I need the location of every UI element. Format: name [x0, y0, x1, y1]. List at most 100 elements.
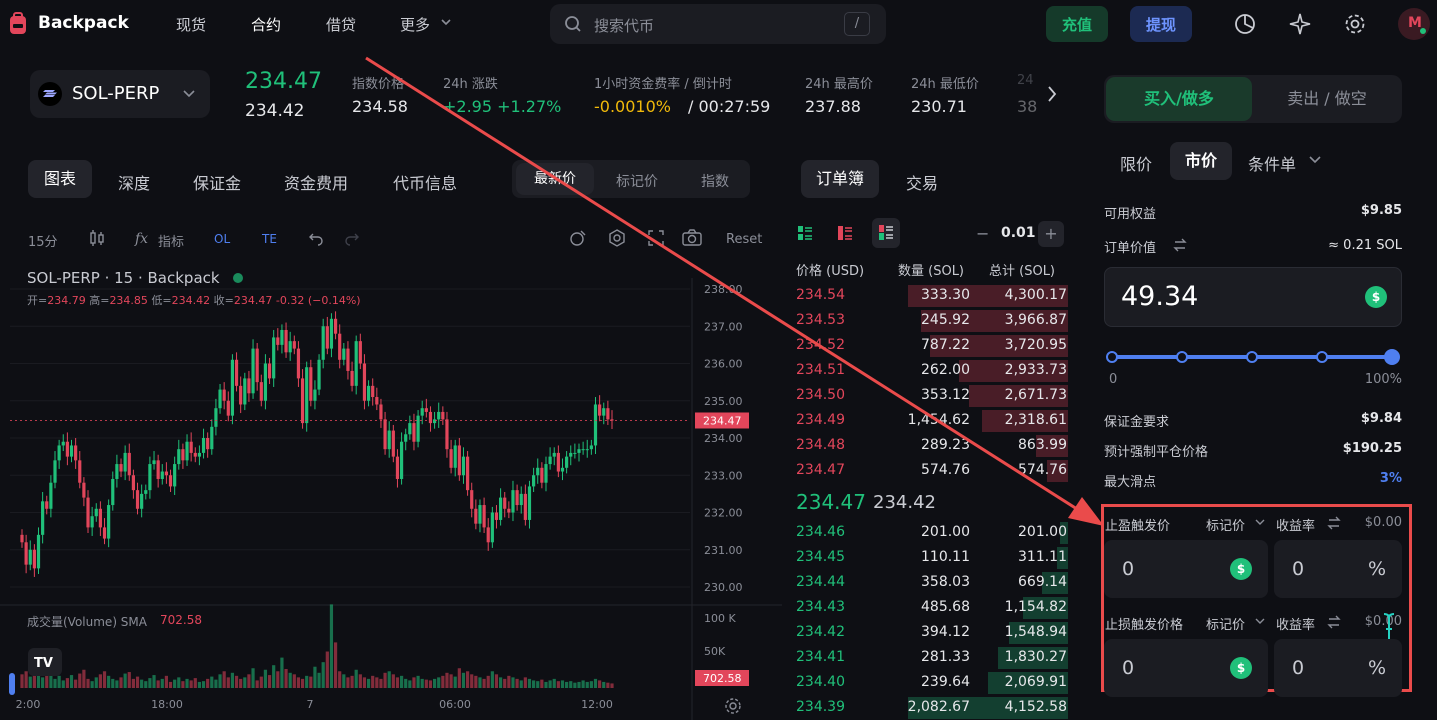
indicator-fx-icon[interactable]: fx [134, 228, 152, 252]
candle-body [602, 408, 606, 416]
chevron-down-icon[interactable] [1254, 616, 1266, 631]
te-button[interactable]: TE [262, 232, 277, 246]
nav-lend[interactable]: 借贷 [326, 14, 356, 35]
candle-body [325, 326, 329, 349]
tab-token-info[interactable]: 代币信息 [393, 170, 457, 194]
buy-long-tab[interactable]: 买入/做多 [1106, 77, 1252, 121]
tab-margin[interactable]: 保证金 [193, 170, 241, 194]
dollar-icon[interactable]: $ [1230, 657, 1252, 679]
volume-bar [589, 681, 593, 688]
swap-icon[interactable] [1172, 237, 1188, 257]
orderbook-row[interactable]: 234.39 2,082.67 4,152.58 [786, 696, 1078, 720]
candle-body [478, 505, 482, 524]
orderbook-row[interactable]: 234.52 787.22 3,720.95 [786, 334, 1078, 359]
sparkle-icon[interactable] [1288, 12, 1312, 40]
dollar-icon[interactable]: $ [1365, 286, 1387, 308]
step-plus-button[interactable]: + [1038, 221, 1064, 247]
undo-icon[interactable] [308, 230, 324, 250]
chart-settings-icon[interactable] [724, 697, 742, 719]
sl-ref-selector[interactable]: 标记价 [1206, 614, 1245, 633]
reset-button[interactable]: Reset [726, 232, 762, 247]
backpack-logo-icon[interactable] [8, 12, 28, 36]
slippage-value[interactable]: 3% [1380, 471, 1402, 486]
orderbook-row[interactable]: 234.54 333.30 4,300.17 [786, 284, 1078, 309]
funding-rate: -0.0010% [594, 97, 671, 116]
swap-icon[interactable] [1326, 614, 1342, 634]
tab-funding[interactable]: 资金费用 [284, 170, 348, 194]
ol-button[interactable]: OL [214, 232, 230, 246]
view-bids-icon[interactable] [872, 218, 900, 248]
candle-type-icon[interactable] [88, 228, 106, 252]
orderbook-row[interactable]: 234.48 289.23 863.99 [786, 434, 1078, 459]
sl-pct-input[interactable]: 0 % [1274, 639, 1402, 697]
candle-body [321, 326, 325, 360]
tab-chart[interactable]: 图表 [28, 160, 92, 198]
indicators-button[interactable]: 指标 [158, 231, 184, 250]
tp-pct-input[interactable]: 0 % [1274, 540, 1402, 598]
price-chart-canvas[interactable]: 238.00 237.00 236.00 235.00 234.00 233.00 232.… [0, 278, 782, 720]
orderbook-row[interactable]: 234.50 353.12 2,671.73 [786, 384, 1078, 409]
crosshair-icon[interactable] [568, 228, 588, 252]
avatar[interactable]: M [1398, 8, 1430, 40]
fullscreen-icon[interactable] [646, 228, 666, 252]
chevron-down-icon[interactable] [1254, 517, 1266, 532]
market-selector[interactable]: SOL-PERP [30, 70, 210, 118]
portfolio-pie-icon[interactable] [1233, 12, 1257, 40]
tab-trades[interactable]: 交易 [906, 170, 938, 194]
chevron-down-icon[interactable] [440, 16, 452, 32]
step-value[interactable]: 0.01 [1001, 225, 1036, 241]
tab-orderbook[interactable]: 订单簿 [801, 160, 879, 198]
interval-selector[interactable]: 15分 [28, 231, 58, 250]
order-type-limit[interactable]: 限价 [1120, 151, 1152, 175]
volume-axis-label: 50K [704, 645, 726, 658]
view-both-icon[interactable] [796, 224, 814, 246]
withdraw-button[interactable]: 提现 [1130, 6, 1192, 42]
price-tab-mark[interactable]: 标记价 [616, 171, 658, 191]
candle-body [263, 363, 268, 401]
nav-more[interactable]: 更多 [400, 14, 430, 35]
dollar-icon[interactable]: $ [1230, 558, 1252, 580]
order-type-conditional[interactable]: 条件单 [1248, 151, 1296, 175]
nav-spot[interactable]: 现货 [176, 14, 206, 35]
amount-slider[interactable] [1104, 347, 1404, 367]
volume-bar [280, 657, 284, 688]
orderbook-row[interactable]: 234.41 281.33 1,830.27 [786, 646, 1078, 671]
orderbook-price: 234.48 [796, 437, 845, 453]
search-input[interactable]: 搜索代币 / [550, 4, 886, 44]
brand-name[interactable]: Backpack [38, 13, 129, 33]
camera-icon[interactable] [681, 228, 703, 252]
orderbook-row[interactable]: 234.51 262.00 2,933.73 [786, 359, 1078, 384]
orderbook-row[interactable]: 234.46 201.00 201.00 [786, 521, 1078, 546]
orderbook-row[interactable]: 234.43 485.68 1,154.82 [786, 596, 1078, 621]
redo-icon[interactable] [344, 230, 360, 250]
sl-price-input[interactable]: 0 $ [1104, 639, 1268, 697]
orderbook-price: 234.52 [796, 337, 845, 353]
swap-icon[interactable] [1326, 515, 1342, 535]
tradingview-logo-icon[interactable]: TV [28, 648, 62, 676]
nav-futures[interactable]: 合约 [251, 14, 281, 35]
gear-icon[interactable] [1343, 12, 1367, 40]
chevron-right-icon[interactable] [1044, 84, 1060, 108]
order-type-market[interactable]: 市价 [1170, 142, 1232, 180]
orderbook-row[interactable]: 234.53 245.92 3,966.87 [786, 309, 1078, 334]
step-minus-button[interactable]: − [976, 224, 989, 243]
orderbook-row[interactable]: 234.40 239.64 2,069.91 [786, 671, 1078, 696]
tp-ref-selector[interactable]: 标记价 [1206, 515, 1245, 534]
orderbook-row[interactable]: 234.45 110.11 311.11 [786, 546, 1078, 571]
view-asks-icon[interactable] [836, 224, 854, 246]
candle-body [383, 419, 387, 450]
amount-input[interactable]: 49.34 $ [1104, 267, 1402, 327]
deposit-button[interactable]: 充值 [1046, 6, 1108, 42]
orderbook-row[interactable]: 234.47 574.76 574.76 [786, 459, 1078, 484]
settings-icon[interactable] [607, 228, 627, 252]
orderbook-row[interactable]: 234.49 1,454.62 2,318.61 [786, 409, 1078, 434]
orderbook-row[interactable]: 234.42 394.12 1,548.94 [786, 621, 1078, 646]
sell-short-tab[interactable]: 卖出 / 做空 [1254, 77, 1400, 121]
orderbook-row[interactable]: 234.44 358.03 669.14 [786, 571, 1078, 596]
price-tab-index[interactable]: 指数 [701, 171, 729, 191]
tp-price-input[interactable]: 0 $ [1104, 540, 1268, 598]
chevron-down-icon[interactable] [1308, 154, 1322, 170]
tab-depth[interactable]: 深度 [118, 170, 150, 194]
price-tab-last[interactable]: 最新价 [516, 163, 594, 195]
volume-bar [457, 668, 461, 688]
